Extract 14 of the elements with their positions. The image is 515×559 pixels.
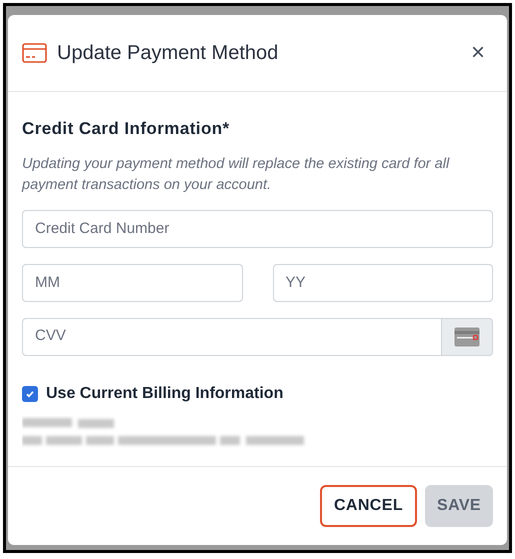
date-field[interactable]: YY [272, 264, 493, 302]
card-icon [22, 43, 47, 63]
check-icon [25, 388, 35, 398]
dialog-title: Update Payment Method [57, 41, 280, 66]
date-field[interactable]: MM [22, 264, 242, 302]
close-button[interactable]: × [470, 41, 485, 65]
checkbox[interactable] [22, 386, 38, 402]
section-heading: Credit Card Information* [22, 118, 231, 140]
card-icon [454, 326, 480, 346]
card-number-field[interactable]: Credit Card Number [22, 210, 493, 248]
section-description: Updating your payment method will replace the existing card for all payment transactions on your account. [22, 154, 450, 194]
cancel-button[interactable]: CANCEL [320, 485, 418, 527]
checkbox-label: Use Current Billing Information [46, 384, 284, 404]
cvv-field[interactable]: CVV [22, 318, 442, 356]
